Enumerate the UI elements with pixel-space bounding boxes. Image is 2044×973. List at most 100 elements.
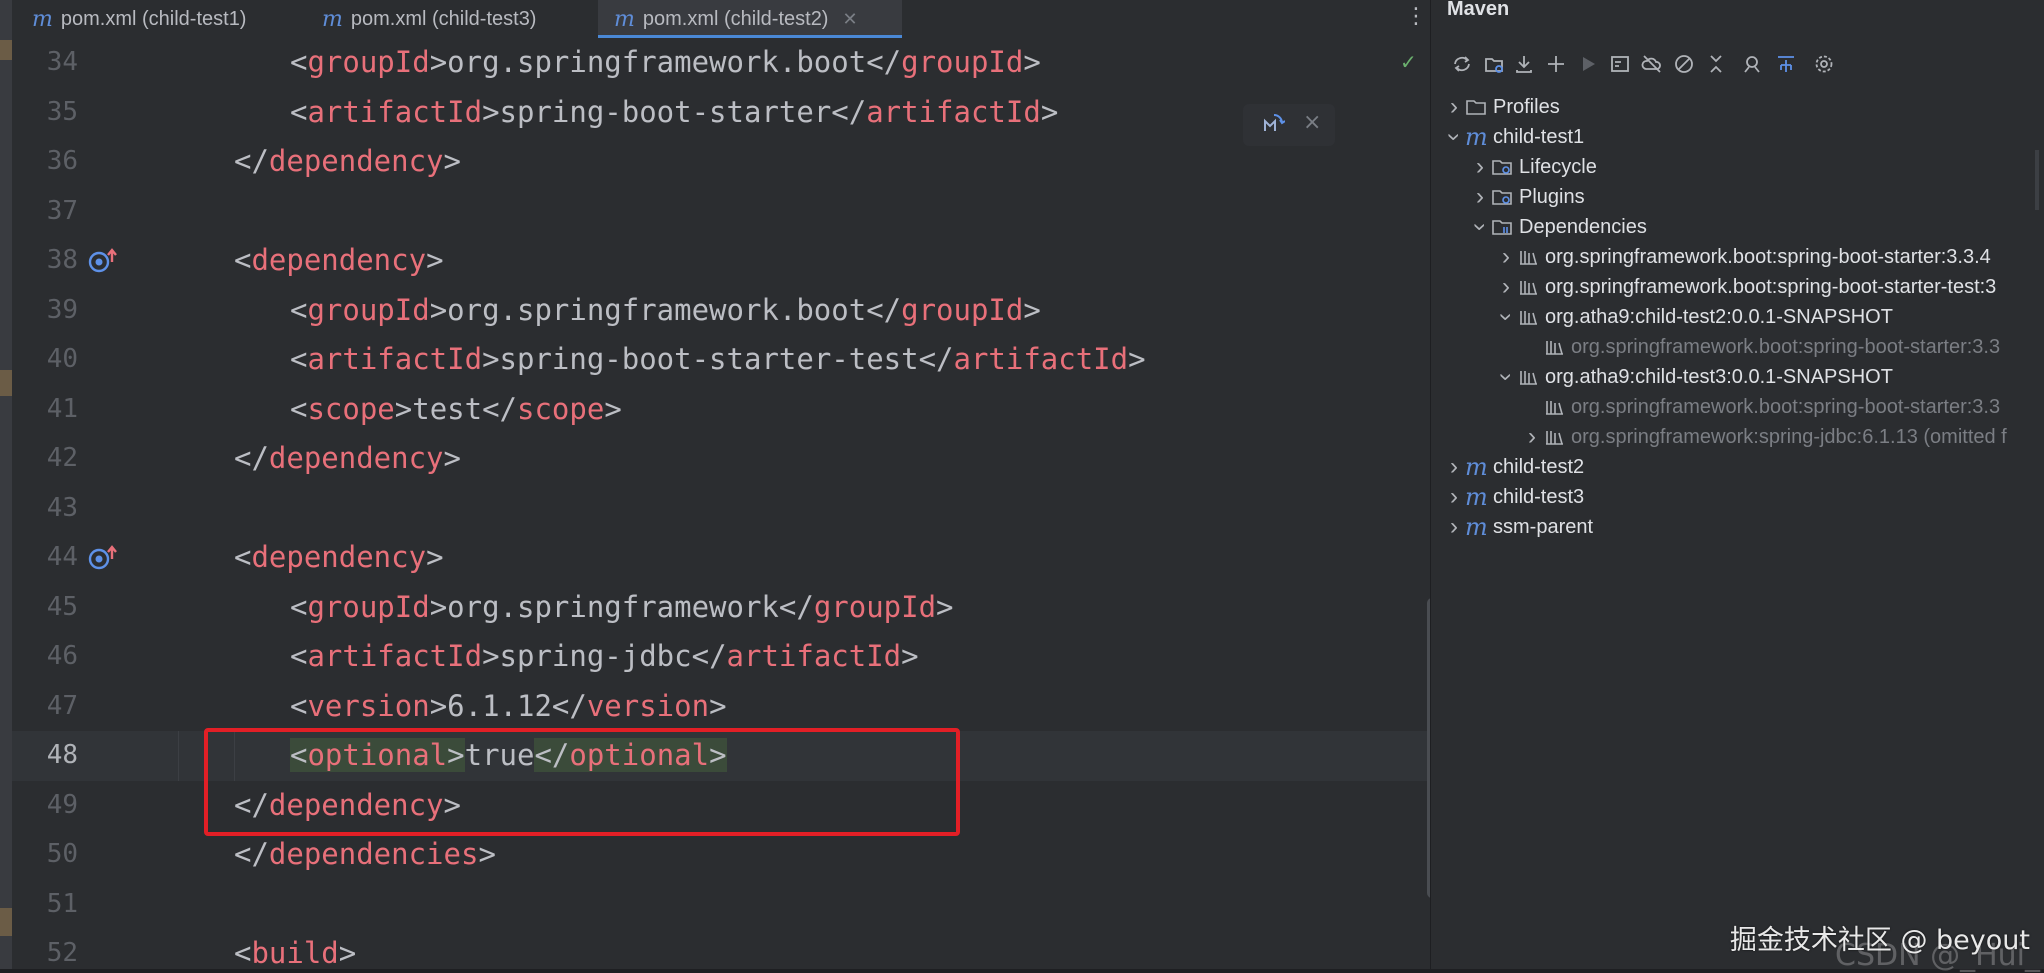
run-icon[interactable] [1573, 48, 1603, 80]
xml-text-value: spring-boot-starter-test [499, 342, 919, 376]
chevron-right-icon[interactable]: › [1495, 273, 1517, 301]
xml-code: </dependencies> [234, 830, 496, 880]
tree-node[interactable]: › org.springframework.boot:spring-boot-st… [1495, 242, 1991, 272]
add-icon[interactable] [1541, 48, 1571, 80]
chevron-right-icon[interactable]: › [1495, 243, 1517, 271]
overrides-parent-icon[interactable] [88, 248, 122, 274]
line-number[interactable]: 42 [12, 434, 78, 484]
tree-node[interactable]: › Profiles [1443, 92, 1560, 122]
chevron-right-icon[interactable]: › [1521, 423, 1543, 451]
execute-goal-icon[interactable] [1605, 48, 1635, 80]
tree-node-label: child-test2 [1493, 455, 1585, 478]
tree-node-label: ssm-parent [1493, 515, 1594, 538]
chevron-right-icon[interactable]: › [1443, 93, 1465, 121]
line-number[interactable]: 50 [12, 830, 78, 880]
chevron-right-icon[interactable]: › [1443, 453, 1465, 481]
maven-toolbar [1431, 48, 2044, 82]
chevron-right-icon[interactable]: › [1469, 183, 1491, 211]
xml-text-value: org.springframework.boot [447, 292, 867, 327]
code-line: 41 <scope>test</scope> [12, 385, 1430, 435]
settings-icon[interactable] [1809, 48, 1839, 80]
chevron-down-icon[interactable]: › [1440, 126, 1468, 148]
xml-bracket: < [234, 243, 252, 277]
xml-code: <groupId>org.springframework.boot</group… [290, 286, 1041, 336]
code-line: 52 <build> [12, 929, 1430, 969]
line-number[interactable]: 46 [12, 632, 78, 682]
line-number[interactable]: 48 [12, 731, 78, 781]
line-number[interactable]: 38 [12, 236, 78, 286]
maven-module-icon: m [1465, 453, 1488, 481]
show-dependencies-icon[interactable] [1771, 48, 1801, 80]
line-number[interactable]: 44 [12, 533, 78, 583]
tree-node[interactable]: › org.springframework:spring-jdbc:6.1.13 … [1521, 422, 2007, 452]
line-number[interactable]: 35 [12, 88, 78, 138]
chevron-right-icon[interactable]: › [1443, 513, 1465, 541]
xml-bracket: < [290, 688, 308, 723]
tree-node[interactable]: › m child-test3 [1443, 482, 1584, 512]
library-icon [1543, 336, 1565, 358]
code-line: 44 <dependency> [12, 533, 1430, 583]
xml-bracket: </ [551, 688, 587, 723]
line-number[interactable]: 34 [12, 38, 78, 88]
line-number[interactable]: 39 [12, 286, 78, 336]
chevron-right-icon[interactable]: › [1469, 153, 1491, 181]
xml-bracket: </ [866, 292, 902, 327]
xml-bracket: </ [918, 342, 954, 376]
line-number[interactable]: 52 [12, 929, 78, 969]
line-number[interactable]: 37 [12, 187, 78, 237]
code-line: 35 <artifactId>spring-boot-starter</artif… [12, 88, 1430, 138]
tree-node[interactable]: › org.atha9:child-test3:0.0.1-SNAPSHOT [1492, 362, 1893, 392]
xml-tag-name: groupId [307, 45, 430, 79]
skip-tests-icon[interactable] [1669, 48, 1699, 80]
reload-sources-icon[interactable] [1479, 48, 1509, 80]
offline-icon[interactable] [1637, 48, 1667, 80]
chevron-down-icon[interactable]: › [1466, 216, 1494, 238]
close-tab-icon[interactable]: ✕ [842, 9, 857, 30]
xml-bracket: > [604, 391, 622, 426]
tree-node[interactable]: org.springframework.boot:spring-boot-sta… [1521, 392, 2000, 422]
code-editor[interactable]: 34 <groupId>org.springframework.boot</gro… [12, 38, 1430, 969]
tree-node[interactable]: › org.springframework.boot:spring-boot-st… [1495, 272, 1996, 302]
tab-pom-child-test3[interactable]: m pom.xml (child-test3) [322, 0, 592, 38]
ide-window: m pom.xml (child-test1) m pom.xml (child… [0, 0, 2044, 973]
xml-code: <dependency> [234, 533, 444, 583]
line-number[interactable]: 47 [12, 682, 78, 732]
collapse-icon[interactable] [1701, 48, 1731, 80]
analyze-icon[interactable] [1737, 48, 1767, 80]
line-number[interactable]: 43 [12, 484, 78, 534]
tree-node[interactable]: › Lifecycle [1469, 152, 1597, 182]
tree-node[interactable]: › m child-test2 [1443, 452, 1584, 482]
line-number[interactable]: 40 [12, 335, 78, 385]
xml-bracket: > [394, 391, 413, 426]
line-number[interactable]: 45 [12, 583, 78, 633]
line-number[interactable]: 36 [12, 137, 78, 187]
chevron-right-icon[interactable]: › [1443, 483, 1465, 511]
chevron-down-icon[interactable]: › [1492, 306, 1520, 328]
more-tabs-icon[interactable]: ⋮ [1405, 4, 1427, 34]
tree-node[interactable]: › m ssm-parent [1443, 512, 1593, 542]
xml-tag-name: artifactId [726, 639, 902, 673]
no-problems-check-icon[interactable]: ✓ [1400, 50, 1420, 74]
maven-scrollbar[interactable] [2035, 150, 2039, 210]
overrides-parent-icon[interactable] [88, 545, 122, 571]
tree-node[interactable]: › Dependencies [1466, 212, 1647, 242]
tree-node-label: org.atha9:child-test2:0.0.1-SNAPSHOT [1545, 305, 1893, 328]
tab-pom-child-test1[interactable]: m pom.xml (child-test1) [32, 0, 300, 38]
tree-node[interactable]: › m child-test1 [1440, 122, 1584, 152]
chevron-down-icon[interactable]: › [1492, 366, 1520, 388]
close-popup-icon[interactable]: × [1303, 110, 1321, 135]
xml-bracket: < [290, 342, 308, 376]
xml-bracket: > [1040, 94, 1059, 129]
xml-bracket: </ [234, 144, 269, 178]
line-number[interactable]: 51 [12, 880, 78, 930]
reload-icon[interactable] [1447, 48, 1477, 80]
tree-node[interactable]: › Plugins [1469, 182, 1585, 212]
tree-node[interactable]: org.springframework.boot:spring-boot-sta… [1521, 332, 2000, 362]
tree-node-label: org.springframework.boot:spring-boot-sta… [1545, 245, 1991, 268]
load-maven-changes-icon[interactable] [1259, 111, 1286, 141]
line-number[interactable]: 41 [12, 385, 78, 435]
line-number[interactable]: 49 [12, 781, 78, 831]
download-icon[interactable] [1509, 48, 1539, 80]
tab-pom-child-test2[interactable]: m pom.xml (child-test2) ✕ [598, 0, 902, 38]
tree-node[interactable]: › org.atha9:child-test2:0.0.1-SNAPSHOT [1492, 302, 1893, 332]
